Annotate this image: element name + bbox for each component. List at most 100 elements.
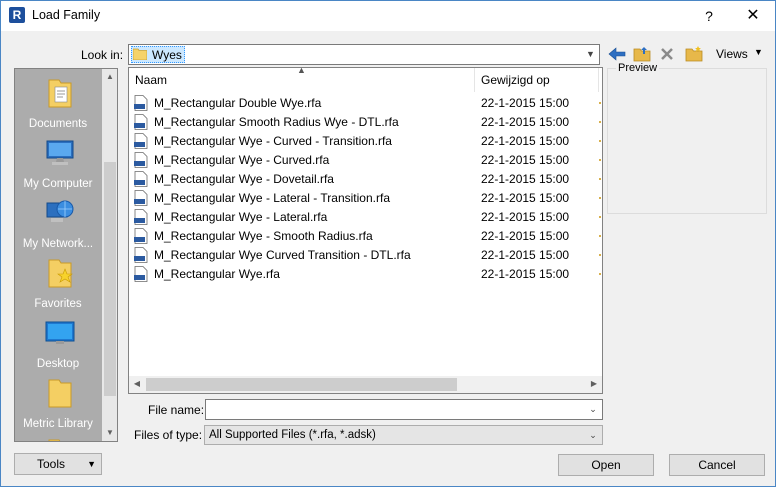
place-my-network[interactable]: My Network... [15, 197, 103, 257]
views-menu-button[interactable]: Views ▼ [686, 45, 768, 63]
rfa-file-icon [134, 133, 148, 149]
file-name: M_Rectangular Wye.rfa [154, 267, 280, 281]
file-row[interactable]: M_Rectangular Double Wye.rfa 22-1-2015 15… [129, 94, 602, 113]
chevron-down-icon[interactable]: ⌄ [584, 426, 602, 444]
place-next-partial[interactable] [15, 437, 103, 441]
file-date: 22-1-2015 15:00 [481, 115, 570, 129]
truncated-column-mark [599, 216, 601, 218]
preview-label: Preview [616, 62, 660, 74]
window-title: Load Family [32, 8, 101, 22]
file-type-label: Files of type: [134, 428, 203, 442]
file-name: M_Rectangular Double Wye.rfa [154, 96, 322, 110]
horizontal-scrollbar[interactable]: ◀ ▶ [129, 376, 602, 393]
truncated-column-mark [599, 178, 601, 180]
file-name: M_Rectangular Wye - Curved - Transition.… [154, 134, 392, 148]
place-my-computer[interactable]: My Computer [15, 137, 103, 197]
preview-panel [607, 68, 767, 214]
file-type-dropdown[interactable]: All Supported Files (*.rfa, *.adsk) ⌄ [204, 425, 603, 445]
rfa-file-icon [134, 209, 148, 225]
place-label: Desktop [36, 358, 80, 370]
scroll-right-icon[interactable]: ▶ [586, 376, 602, 392]
file-date: 22-1-2015 15:00 [481, 248, 570, 262]
chevron-down-icon: ▼ [87, 459, 96, 469]
place-label: Documents [28, 118, 88, 130]
folder-icon [48, 379, 72, 408]
up-folder-icon[interactable] [632, 44, 652, 64]
close-button[interactable]: ✕ [731, 1, 775, 31]
truncated-column-mark [599, 140, 601, 142]
scroll-up-icon[interactable]: ▲ [102, 69, 117, 85]
rfa-file-icon [134, 266, 148, 282]
look-in-label: Look in: [81, 48, 124, 62]
scroll-thumb[interactable] [146, 378, 457, 391]
cancel-button[interactable]: Cancel [669, 454, 765, 476]
place-metric-library[interactable]: Metric Library [15, 377, 103, 437]
rfa-file-icon [134, 114, 148, 130]
open-button[interactable]: Open [558, 454, 654, 476]
tools-label: Tools [37, 457, 66, 471]
file-date: 22-1-2015 15:00 [481, 191, 570, 205]
file-row[interactable]: M_Rectangular Wye.rfa 22-1-2015 15:00 [129, 265, 602, 284]
scroll-down-icon[interactable]: ▼ [102, 425, 117, 441]
file-date: 22-1-2015 15:00 [481, 153, 570, 167]
scroll-left-icon[interactable]: ◀ [129, 376, 145, 392]
tools-button[interactable]: Tools ▼ [14, 453, 102, 475]
truncated-column-mark [599, 197, 601, 199]
look-in-dropdown[interactable]: Wyes ▼ [128, 44, 600, 65]
place-documents[interactable]: Documents [15, 77, 103, 137]
rfa-file-icon [134, 95, 148, 111]
file-name: M_Rectangular Wye - Lateral - Transition… [154, 191, 390, 205]
place-label: My Network... [22, 238, 94, 250]
truncated-column-mark [599, 273, 601, 275]
delete-icon[interactable] [657, 44, 677, 64]
scroll-thumb[interactable] [104, 162, 116, 396]
file-row[interactable]: M_Rectangular Wye Curved Transition - DT… [129, 246, 602, 265]
column-header-label: Naam [135, 73, 168, 87]
file-date: 22-1-2015 15:00 [481, 172, 570, 186]
file-date: 22-1-2015 15:00 [481, 96, 570, 110]
file-type-value: All Supported Files (*.rfa, *.adsk) [209, 429, 376, 441]
file-row[interactable]: M_Rectangular Wye - Dovetail.rfa 22-1-201… [129, 170, 602, 189]
rfa-file-icon [134, 190, 148, 206]
places-bar: Documents My Computer My Network... Favo… [14, 68, 118, 442]
file-date: 22-1-2015 15:00 [481, 267, 570, 281]
file-row[interactable]: M_Rectangular Wye - Curved - Transition.… [129, 132, 602, 151]
column-header-date[interactable]: Gewijzigd op [475, 68, 599, 92]
place-desktop[interactable]: Desktop [15, 317, 103, 377]
truncated-column-mark [599, 102, 601, 104]
desktop-icon [45, 321, 75, 344]
network-globe-icon [46, 200, 74, 222]
place-favorites[interactable]: Favorites [15, 257, 103, 317]
file-name: M_Rectangular Wye - Lateral.rfa [154, 210, 328, 224]
load-family-dialog: R Load Family ? ✕ Look in: Wyes ▼ Views … [0, 0, 776, 487]
chevron-down-icon[interactable]: ▼ [581, 45, 599, 64]
back-arrow-icon[interactable] [607, 44, 627, 64]
chevron-down-icon[interactable]: ⌄ [584, 400, 602, 419]
file-name: M_Rectangular Wye - Dovetail.rfa [154, 172, 334, 186]
truncated-column-mark [599, 159, 601, 161]
computer-icon [46, 140, 74, 165]
file-name-input[interactable]: ⌄ [205, 399, 603, 420]
file-row[interactable]: M_Rectangular Wye - Curved.rfa 22-1-2015 … [129, 151, 602, 170]
file-row[interactable]: M_Rectangular Wye - Lateral - Transition… [129, 189, 602, 208]
file-date: 22-1-2015 15:00 [481, 210, 570, 224]
file-row[interactable]: M_Rectangular Wye - Lateral.rfa 22-1-2015… [129, 208, 602, 227]
truncated-column-mark [599, 121, 601, 123]
file-row[interactable]: M_Rectangular Wye - Smooth Radius.rfa 22-… [129, 227, 602, 246]
title-bar: R Load Family ? ✕ [1, 1, 775, 31]
truncated-column-mark [599, 235, 601, 237]
folder-icon [133, 48, 147, 60]
place-label: My Computer [23, 178, 93, 190]
help-button[interactable]: ? [689, 1, 729, 31]
folder-icon [48, 439, 61, 441]
places-scrollbar[interactable]: ▲ ▼ [102, 69, 117, 441]
file-name: M_Rectangular Wye - Smooth Radius.rfa [154, 229, 373, 243]
file-row[interactable]: M_Rectangular Smooth Radius Wye - DTL.rf… [129, 113, 602, 132]
column-header-label: Gewijzigd op [481, 73, 550, 87]
place-label: Metric Library [23, 418, 93, 430]
rfa-file-icon [134, 247, 148, 263]
column-header-name[interactable]: Naam [129, 68, 475, 92]
file-name: M_Rectangular Wye Curved Transition - DT… [154, 248, 411, 262]
file-name: M_Rectangular Smooth Radius Wye - DTL.rf… [154, 115, 399, 129]
favorites-folder-icon [48, 259, 73, 288]
